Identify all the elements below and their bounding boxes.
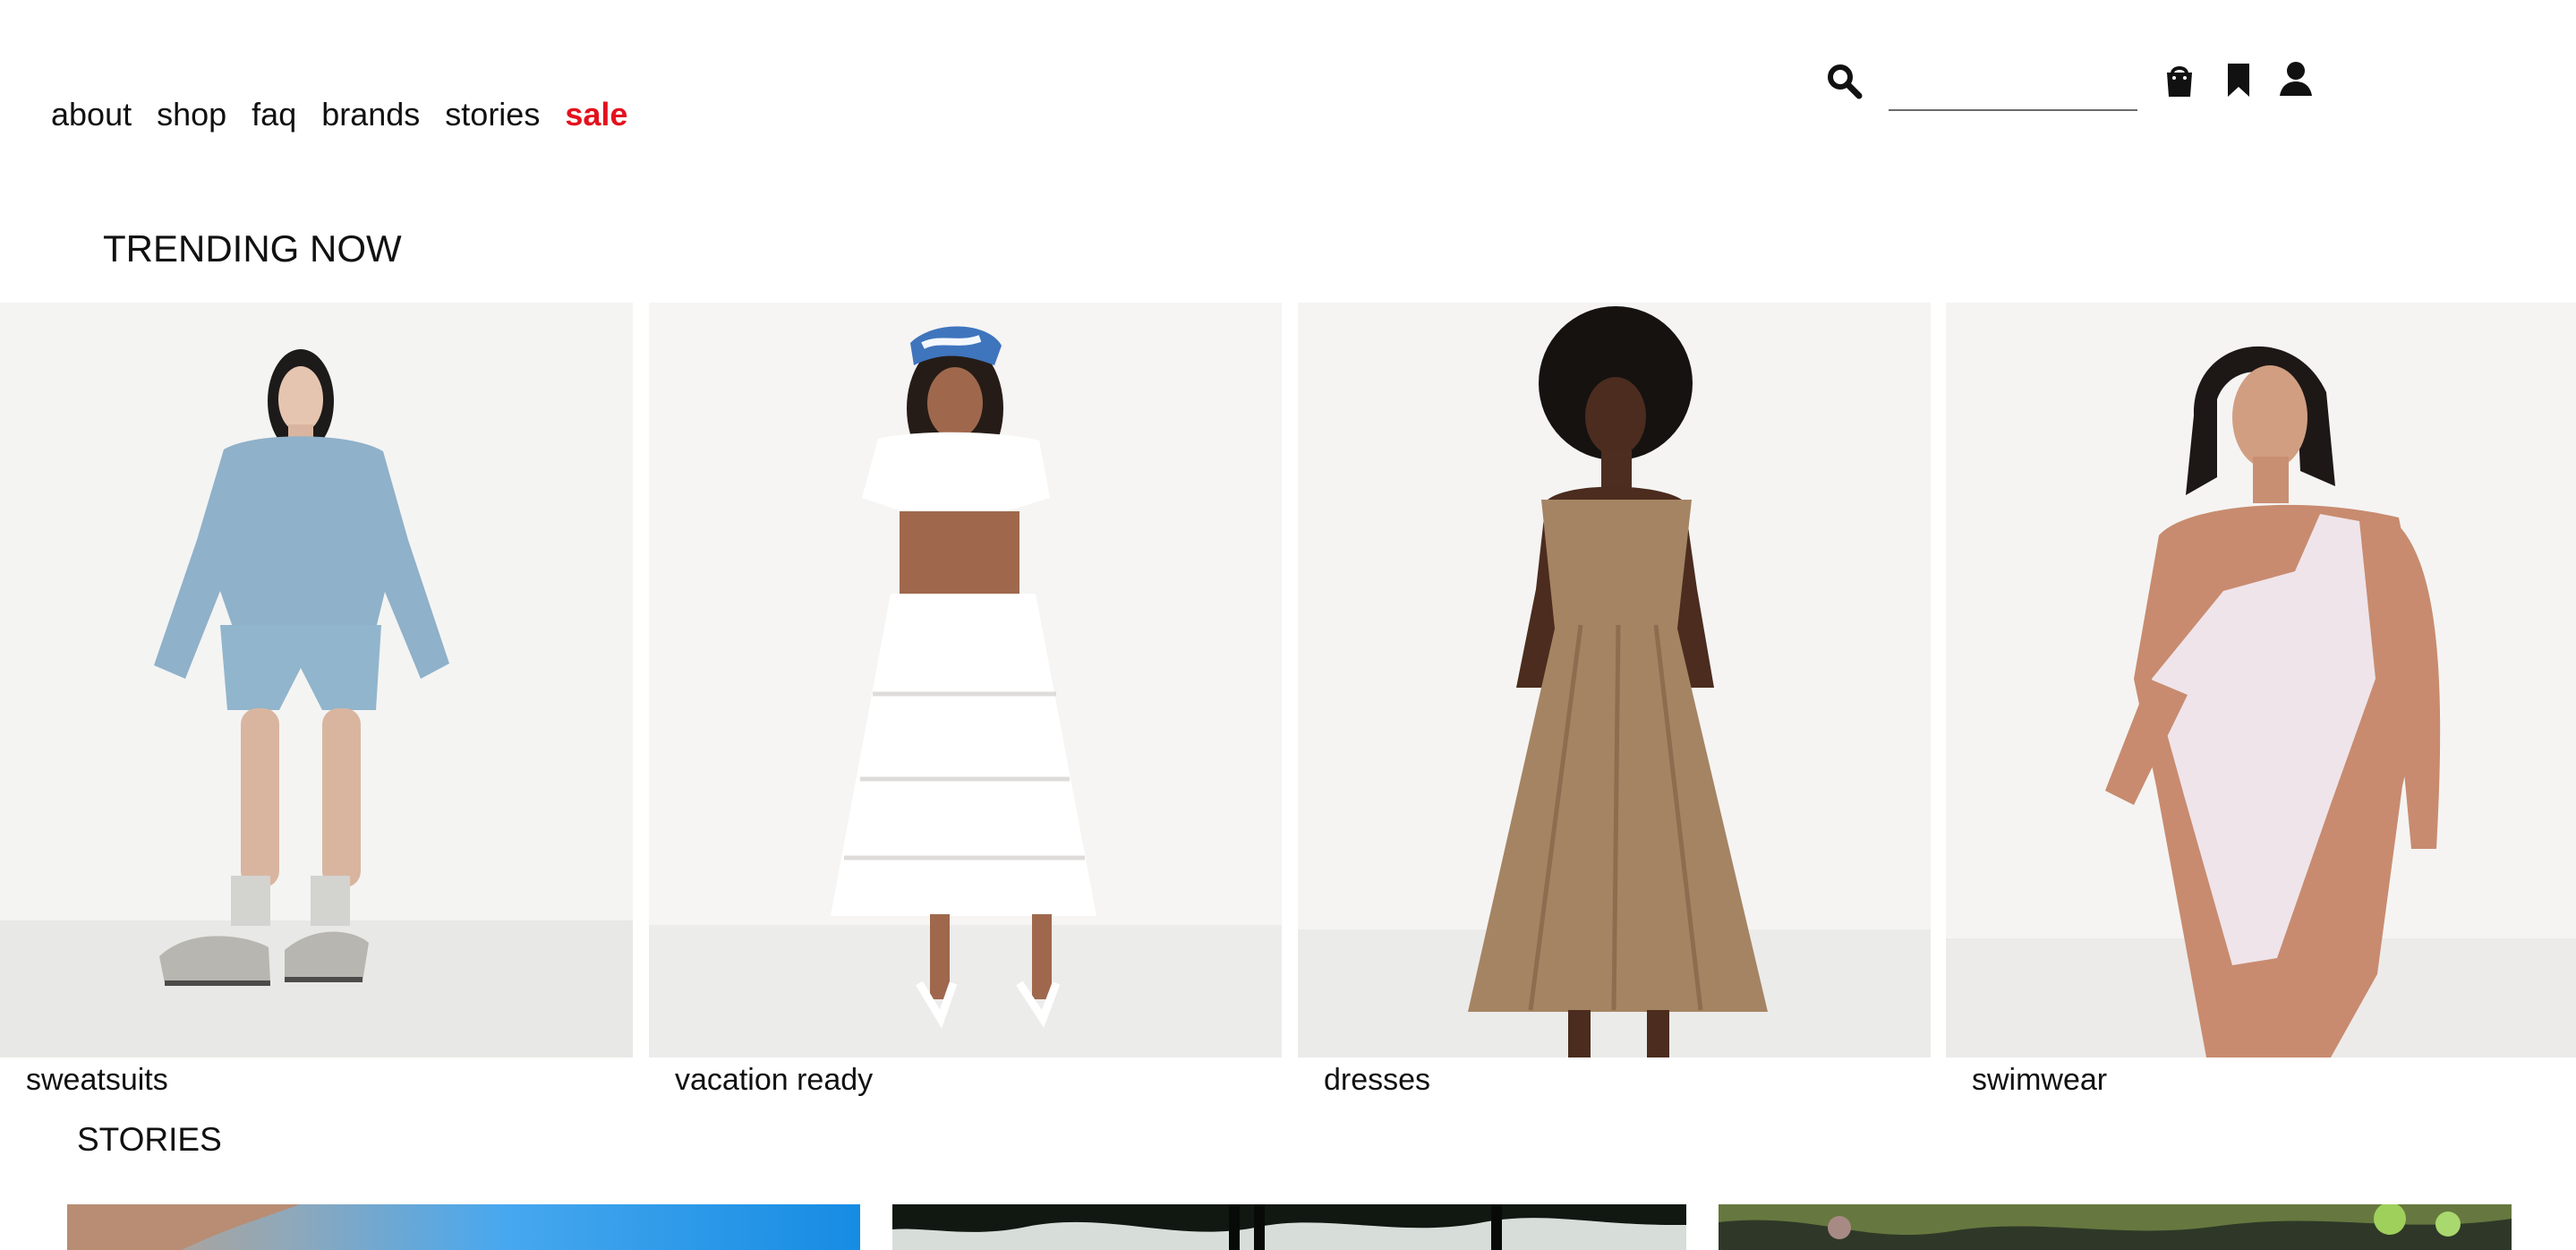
nav-stories[interactable]: stories bbox=[445, 93, 540, 136]
dresses-product-image bbox=[1298, 303, 1931, 1057]
trending-card-dresses[interactable]: dresses bbox=[1298, 303, 1931, 1100]
swimwear-product-image bbox=[1946, 303, 2576, 1057]
trending-card-sweatsuits[interactable]: sweatsuits bbox=[0, 303, 633, 1100]
stories-title: STORIES bbox=[77, 1121, 222, 1158]
search-icon[interactable] bbox=[1824, 61, 1865, 102]
card-label-sweatsuits: sweatsuits bbox=[26, 1063, 168, 1097]
trending-card-swimwear[interactable]: swimwear bbox=[1946, 303, 2576, 1100]
nav-faq[interactable]: faq bbox=[252, 93, 296, 136]
card-label-swimwear: swimwear bbox=[1972, 1063, 2108, 1097]
bag-icon[interactable] bbox=[2159, 59, 2200, 100]
search-input[interactable] bbox=[1889, 59, 2137, 111]
story-image-1 bbox=[67, 1204, 860, 1250]
trending-card-vacation-ready[interactable]: vacation ready bbox=[649, 303, 1282, 1100]
nav-about[interactable]: about bbox=[51, 93, 132, 136]
story-card-3[interactable] bbox=[1719, 1204, 2512, 1250]
account-icon[interactable] bbox=[2275, 59, 2316, 100]
trending-now-title: TRENDING NOW bbox=[103, 227, 402, 270]
nav-brands[interactable]: brands bbox=[321, 93, 420, 136]
nav-sale[interactable]: sale bbox=[565, 93, 627, 136]
stories-row bbox=[67, 1204, 2512, 1250]
story-image-3 bbox=[1719, 1204, 2512, 1250]
header-utility-bar bbox=[1824, 54, 2325, 116]
main-navigation: about shop faq brands stories sale bbox=[51, 93, 627, 136]
story-card-1[interactable] bbox=[67, 1204, 860, 1250]
vacation-ready-product-image bbox=[649, 303, 1282, 1057]
story-card-2[interactable] bbox=[892, 1204, 1686, 1250]
bookmark-icon[interactable] bbox=[2218, 59, 2259, 100]
trending-now-grid: sweatsuits vacation ready dresses swimwe… bbox=[0, 303, 2576, 1109]
page: about shop faq brands stories sale TREND… bbox=[0, 0, 2576, 1250]
card-label-vacation-ready: vacation ready bbox=[675, 1063, 874, 1097]
story-image-2 bbox=[892, 1204, 1686, 1250]
sweatsuits-product-image bbox=[0, 303, 633, 1057]
card-label-dresses: dresses bbox=[1324, 1063, 1431, 1097]
nav-shop[interactable]: shop bbox=[157, 93, 226, 136]
